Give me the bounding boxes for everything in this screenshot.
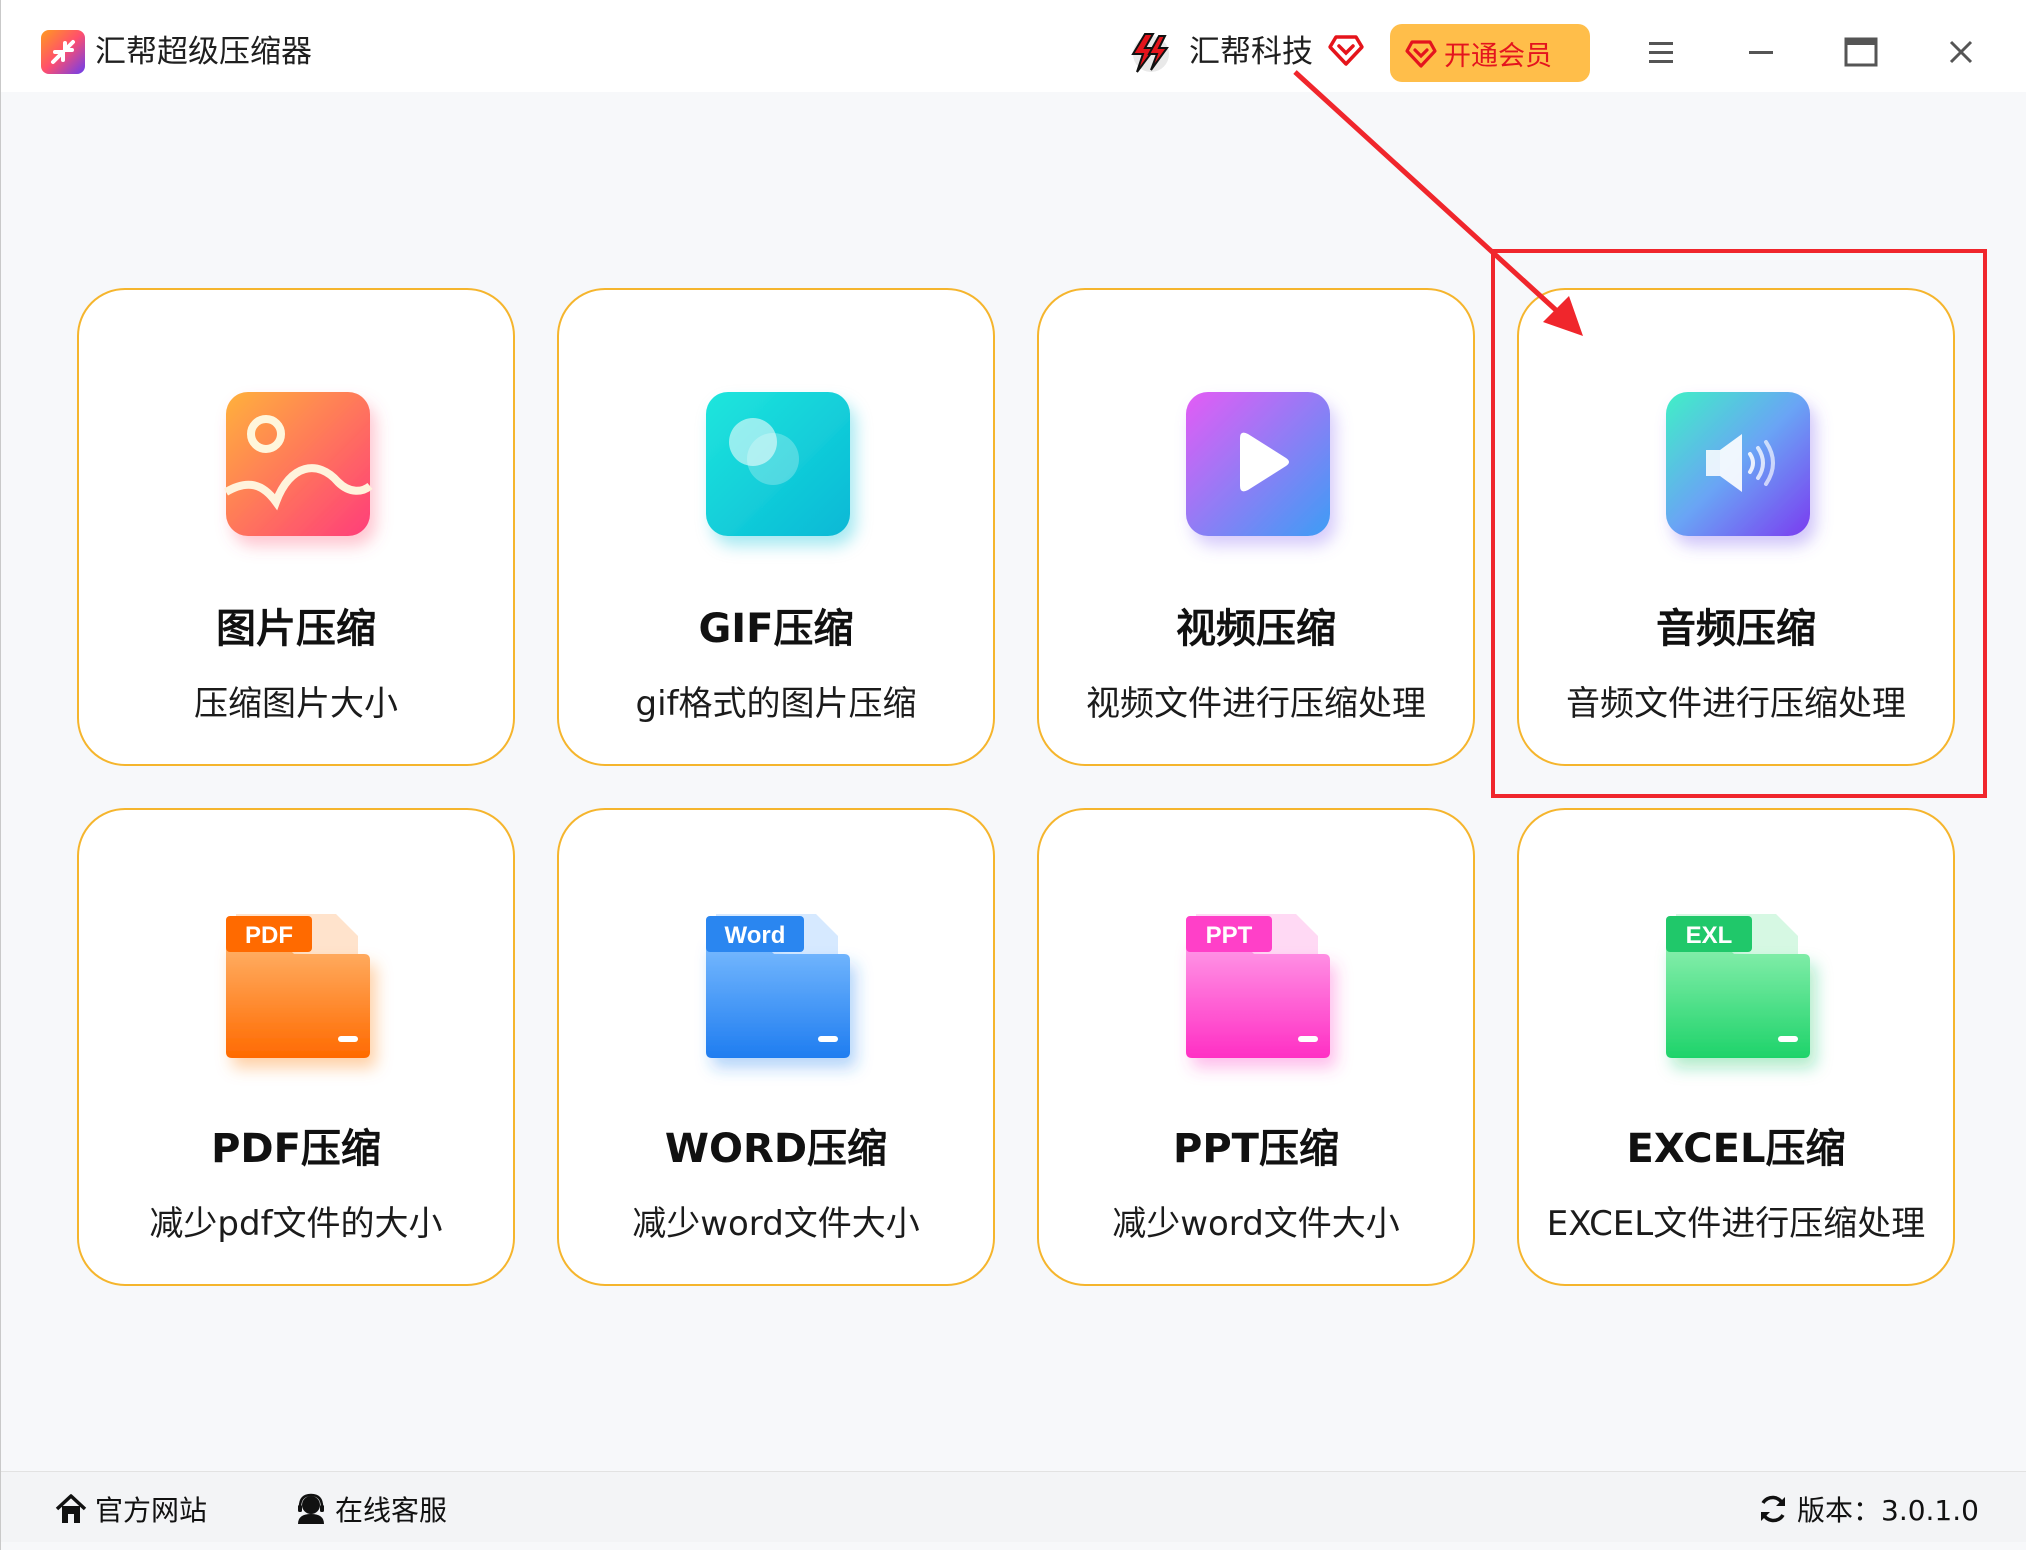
brand-name: 汇帮科技 (1189, 34, 1313, 70)
pdf-badge: PDF (245, 922, 293, 949)
card-ppt-compress[interactable]: PPT PPT压缩 减少word文件大小 (1037, 808, 1475, 1286)
card-excel-compress[interactable]: EXL EXCEL压缩 EXCEL文件进行压缩处理 (1517, 808, 1955, 1286)
card-title: EXCEL压缩 (1626, 1126, 1846, 1172)
title-bar: 汇帮超级压缩器 汇帮科技 开通会员 (1, 0, 2026, 92)
card-desc: 减少pdf文件的大小 (149, 1204, 443, 1244)
minimize-icon (1749, 51, 1773, 54)
card-desc: gif格式的图片压缩 (635, 684, 917, 724)
card-desc: EXCEL文件进行压缩处理 (1546, 1204, 1926, 1244)
card-image-compress[interactable]: 图片压缩 压缩图片大小 (77, 288, 515, 766)
word-badge: Word (725, 922, 786, 949)
online-support-label: 在线客服 (335, 1494, 448, 1527)
maximize-icon (1844, 37, 1878, 67)
brand-logo-icon (1131, 33, 1169, 73)
menu-icon (1649, 42, 1673, 63)
card-desc: 压缩图片大小 (194, 684, 398, 724)
app-window: 汇帮超级压缩器 汇帮科技 开通会员 图片压缩 压缩图片大小 GIF压缩 gif格… (0, 0, 2026, 1550)
card-title: 视频压缩 (1176, 606, 1336, 652)
vip-label: 开通会员 (1444, 40, 1552, 72)
online-support-link[interactable]: 在线客服 (293, 1490, 447, 1528)
ppt-folder-icon: PPT (1186, 914, 1330, 1058)
minimize-button[interactable] (1739, 30, 1783, 74)
pdf-folder-icon: PDF (226, 914, 370, 1058)
card-gif-compress[interactable]: GIF压缩 gif格式的图片压缩 (557, 288, 995, 766)
card-title: GIF压缩 (698, 606, 854, 652)
home-icon (55, 1494, 87, 1523)
menu-button[interactable] (1639, 30, 1683, 74)
gif-icon (706, 392, 850, 536)
excel-folder-icon: EXL (1666, 914, 1810, 1058)
card-title: PPT压缩 (1173, 1126, 1339, 1172)
card-pdf-compress[interactable]: PDF PDF压缩 减少pdf文件的大小 (77, 808, 515, 1286)
card-title: 图片压缩 (216, 606, 376, 652)
card-desc: 视频文件进行压缩处理 (1086, 684, 1426, 724)
annotation-highlight-box (1491, 249, 1987, 798)
vip-heart-icon (1328, 35, 1364, 66)
word-folder-icon: Word (706, 914, 850, 1058)
close-button[interactable] (1939, 30, 1983, 74)
app-logo-icon (41, 30, 85, 74)
maximize-button[interactable] (1839, 30, 1883, 74)
version-info[interactable]: 版本：3.0.1.0 (1755, 1490, 1979, 1528)
vip-button[interactable]: 开通会员 (1390, 24, 1590, 82)
card-title: WORD压缩 (664, 1126, 888, 1172)
app-title: 汇帮超级压缩器 (95, 34, 312, 70)
status-bar: 官方网站 在线客服 版本：3.0.1.0 (1, 1471, 2026, 1542)
image-icon (223, 392, 373, 536)
version-label: 版本：3.0.1.0 (1797, 1494, 1979, 1527)
video-play-icon (1186, 392, 1330, 536)
excel-badge: EXL (1686, 922, 1733, 949)
card-desc: 减少word文件大小 (632, 1204, 920, 1244)
vip-diamond-icon (1405, 40, 1437, 68)
card-desc: 减少word文件大小 (1112, 1204, 1400, 1244)
card-video-compress[interactable]: 视频压缩 视频文件进行压缩处理 (1037, 288, 1475, 766)
refresh-icon (1761, 1495, 1785, 1523)
card-title: PDF压缩 (211, 1126, 381, 1172)
official-website-link[interactable]: 官方网站 (53, 1490, 207, 1528)
close-icon (1949, 40, 1973, 64)
customer-service-icon (298, 1493, 324, 1524)
ppt-badge: PPT (1206, 922, 1253, 949)
official-website-label: 官方网站 (95, 1494, 208, 1527)
card-word-compress[interactable]: Word WORD压缩 减少word文件大小 (557, 808, 995, 1286)
